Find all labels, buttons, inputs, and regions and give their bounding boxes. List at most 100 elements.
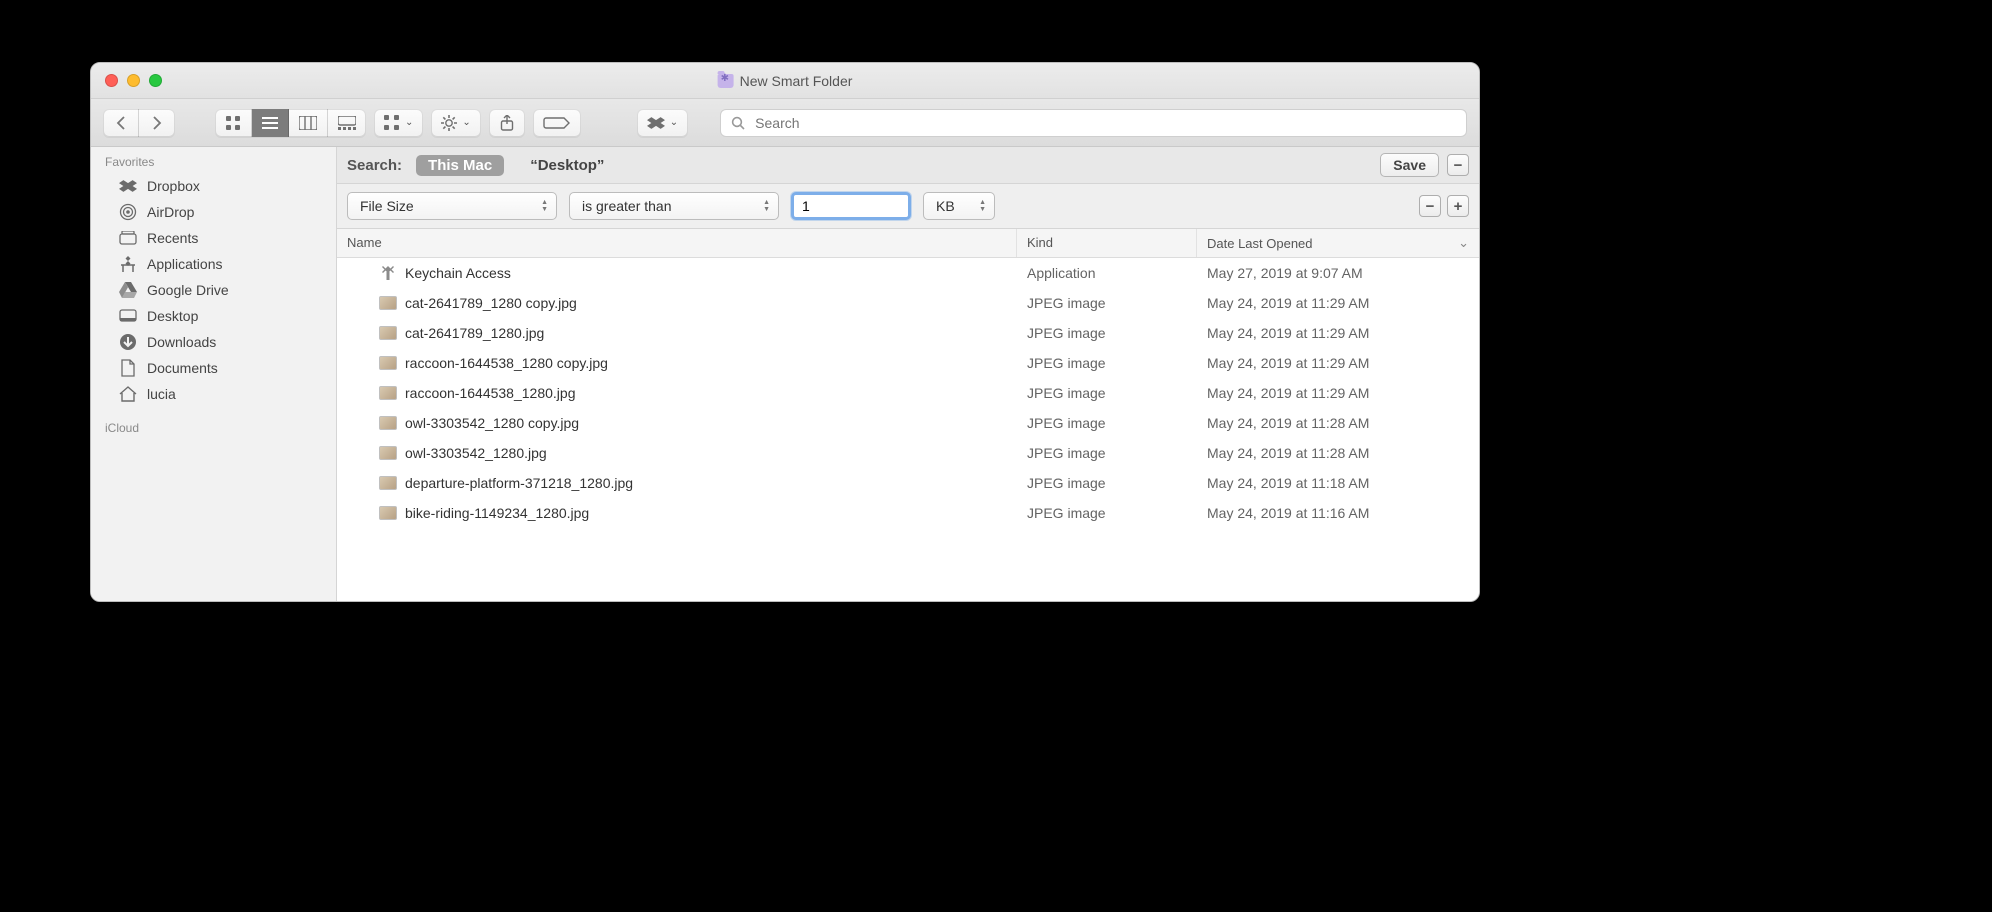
sidebar-item-documents[interactable]: Documents [91, 355, 336, 381]
select-value: is greater than [582, 198, 672, 214]
share-button[interactable] [489, 109, 525, 137]
search-field[interactable] [720, 109, 1467, 137]
table-row[interactable]: raccoon-1644538_1280.jpgJPEG imageMay 24… [337, 378, 1479, 408]
scope-this-mac[interactable]: This Mac [416, 155, 504, 176]
sidebar-item-label: Desktop [147, 308, 198, 324]
file-name: departure-platform-371218_1280.jpg [405, 475, 633, 491]
sidebar-item-desktop[interactable]: Desktop [91, 303, 336, 329]
group-by-button[interactable]: ⌄ [374, 109, 423, 137]
sidebar-item-airdrop[interactable]: AirDrop [91, 199, 336, 225]
minimize-window-button[interactable] [127, 74, 140, 87]
table-row[interactable]: Keychain AccessApplicationMay 27, 2019 a… [337, 258, 1479, 288]
sidebar-item-label: Recents [147, 230, 198, 246]
gallery-view-icon [338, 116, 356, 130]
table-row[interactable]: departure-platform-371218_1280.jpg JPEG i… [337, 468, 1479, 498]
chevron-right-icon [152, 116, 162, 130]
close-window-button[interactable] [105, 74, 118, 87]
sidebar-item-downloads[interactable]: Downloads [91, 329, 336, 355]
image-thumbnail-icon [379, 476, 397, 490]
sidebar-item-label: Applications [147, 256, 223, 272]
cell-name: cat-2641789_1280 copy.jpg [337, 295, 1017, 311]
value-input[interactable] [791, 192, 911, 220]
action-menu-button[interactable]: ⌄ [431, 109, 480, 137]
add-criteria-button[interactable]: + [1447, 195, 1469, 217]
sidebar-item-applications[interactable]: Applications [91, 251, 336, 277]
sidebar-section-label: iCloud [91, 419, 336, 439]
back-button[interactable] [103, 109, 139, 137]
image-thumbnail-icon [379, 446, 397, 460]
forward-button[interactable] [139, 109, 175, 137]
image-thumbnail-icon [379, 356, 397, 370]
cell-date: May 24, 2019 at 11:29 AM [1197, 355, 1479, 371]
scope-bar: Search: This Mac “Desktop” Save − [337, 147, 1479, 184]
sidebar: Favorites Dropbox AirDrop Recents [91, 147, 337, 601]
dropbox-toolbar-button[interactable]: ⌄ [637, 109, 688, 137]
column-header-kind[interactable]: Kind [1017, 229, 1197, 257]
sidebar-item-label: Dropbox [147, 178, 200, 194]
home-icon [119, 385, 137, 403]
sidebar-item-label: AirDrop [147, 204, 194, 220]
comparison-select[interactable]: is greater than ▲▼ [569, 192, 779, 220]
scope-label: Search: [347, 157, 402, 174]
save-button[interactable]: Save [1380, 153, 1439, 177]
cell-kind: JPEG image [1017, 475, 1197, 491]
table-row[interactable]: cat-2641789_1280.jpgJPEG imageMay 24, 20… [337, 318, 1479, 348]
unit-select[interactable]: KB ▲▼ [923, 192, 995, 220]
scope-desktop[interactable]: “Desktop” [518, 155, 616, 176]
tag-icon [543, 116, 571, 130]
stepper-icon: ▲▼ [541, 200, 548, 213]
cell-date: May 24, 2019 at 11:29 AM [1197, 325, 1479, 341]
cell-name: Keychain Access [337, 264, 1017, 282]
remove-scope-button[interactable]: − [1447, 154, 1469, 176]
gallery-view-button[interactable] [328, 109, 366, 137]
sidebar-item-home[interactable]: lucia [91, 381, 336, 407]
sidebar-section-label: Favorites [91, 153, 336, 173]
window-controls [91, 74, 162, 87]
cell-name: raccoon-1644538_1280.jpg [337, 385, 1017, 401]
gear-icon [441, 115, 457, 131]
chevron-left-icon [116, 116, 126, 130]
finder-window: New Smart Folder [90, 62, 1480, 602]
list-view-button[interactable] [252, 109, 289, 137]
sidebar-item-google-drive[interactable]: Google Drive [91, 277, 336, 303]
nav-buttons [103, 109, 175, 137]
cell-date: May 24, 2019 at 11:29 AM [1197, 295, 1479, 311]
search-input[interactable] [753, 114, 1456, 132]
cell-name: departure-platform-371218_1280.jpg [337, 475, 1017, 491]
sidebar-item-label: Google Drive [147, 282, 229, 298]
sidebar-item-dropbox[interactable]: Dropbox [91, 173, 336, 199]
desktop-icon [119, 307, 137, 325]
sidebar-item-recents[interactable]: Recents [91, 225, 336, 251]
view-switcher [215, 109, 366, 137]
file-name: cat-2641789_1280 copy.jpg [405, 295, 577, 311]
criteria-bar: File Size ▲▼ is greater than ▲▼ KB ▲▼ − … [337, 184, 1479, 229]
cell-date: May 24, 2019 at 11:29 AM [1197, 385, 1479, 401]
cell-kind: JPEG image [1017, 445, 1197, 461]
chevron-down-icon: ⌄ [462, 117, 470, 128]
column-header-name[interactable]: Name [337, 229, 1017, 257]
table-row[interactable]: raccoon-1644538_1280 copy.jpgJPEG imageM… [337, 348, 1479, 378]
tags-button[interactable] [533, 109, 581, 137]
main: Search: This Mac “Desktop” Save − File S… [337, 147, 1479, 601]
attribute-select[interactable]: File Size ▲▼ [347, 192, 557, 220]
table-row[interactable]: owl-3303542_1280 copy.jpgJPEG imageMay 2… [337, 408, 1479, 438]
table-row[interactable]: owl-3303542_1280.jpgJPEG imageMay 24, 20… [337, 438, 1479, 468]
window-title-text: New Smart Folder [740, 73, 853, 89]
table-header: Name Kind Date Last Opened ⌄ [337, 229, 1479, 258]
cell-kind: JPEG image [1017, 355, 1197, 371]
cell-date: May 24, 2019 at 11:28 AM [1197, 445, 1479, 461]
google-drive-icon [119, 281, 137, 299]
remove-criteria-button[interactable]: − [1419, 195, 1441, 217]
table-row[interactable]: bike-riding-1149234_1280.jpgJPEG imageMa… [337, 498, 1479, 528]
documents-icon [119, 359, 137, 377]
image-thumbnail-icon [379, 326, 397, 340]
table-row[interactable]: cat-2641789_1280 copy.jpgJPEG imageMay 2… [337, 288, 1479, 318]
zoom-window-button[interactable] [149, 74, 162, 87]
icon-view-button[interactable] [215, 109, 252, 137]
column-view-button[interactable] [289, 109, 328, 137]
cell-kind: JPEG image [1017, 385, 1197, 401]
smart-folder-icon [718, 74, 734, 88]
share-icon [500, 115, 514, 131]
chevron-down-icon: ⌄ [670, 117, 678, 128]
column-header-date[interactable]: Date Last Opened ⌄ [1197, 229, 1479, 257]
